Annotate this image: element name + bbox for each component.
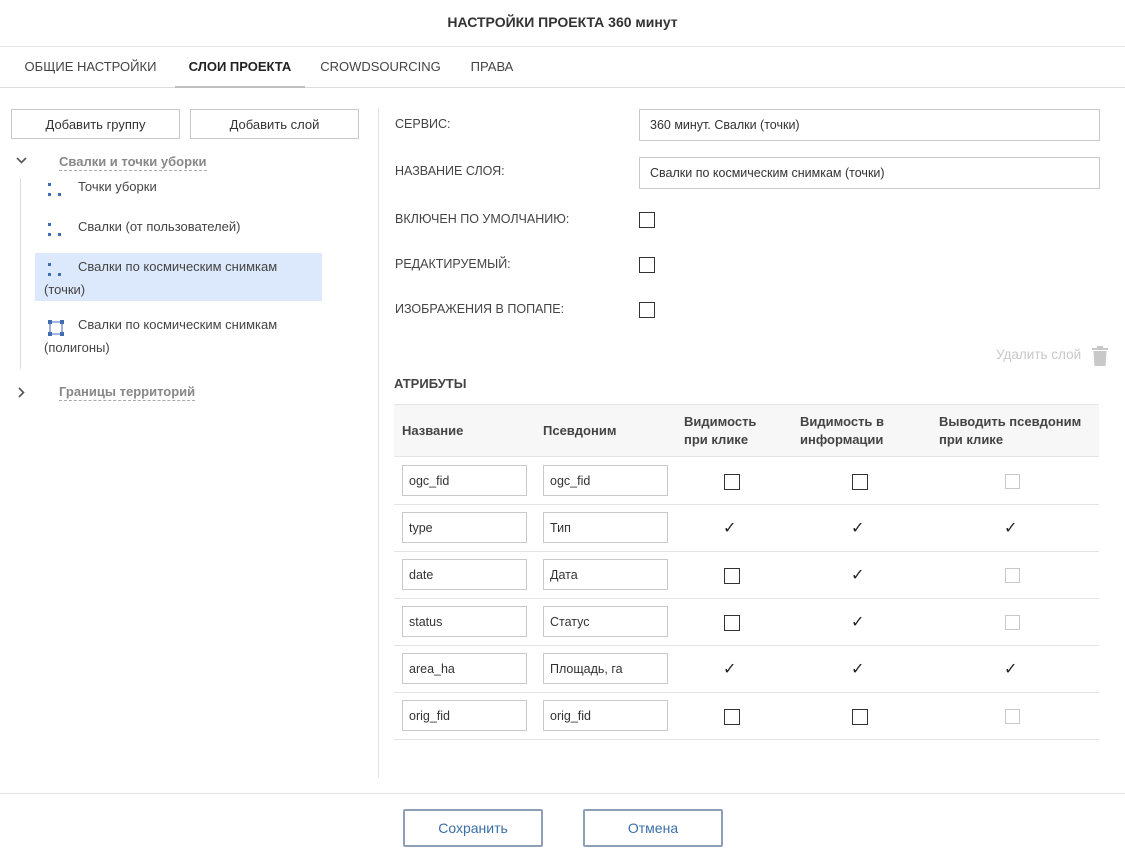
row-divider (394, 598, 1099, 599)
tab-crowdsourcing[interactable]: CROWDSOURCING (313, 47, 448, 88)
layer-name-field[interactable]: Свалки по космическим снимкам (точки) (639, 157, 1100, 189)
row-divider (394, 739, 1099, 740)
layer-label-continued: (полигоны) (44, 340, 110, 355)
footer-divider (0, 793, 1125, 794)
checkbox[interactable] (1005, 568, 1020, 583)
checkmark-icon[interactable]: ✓ (1004, 521, 1017, 537)
editable-label: РЕДАКТИРУЕМЫЙ: (395, 257, 511, 271)
checkmark-icon[interactable]: ✓ (851, 521, 864, 537)
checkbox[interactable] (1005, 474, 1020, 489)
checkmark-icon[interactable]: ✓ (851, 615, 864, 631)
header-line: Выводить псевдоним (939, 414, 1082, 429)
layer-label: Свалки по космическим снимкам (78, 317, 278, 332)
checkbox[interactable] (852, 709, 868, 725)
group-label-dumps[interactable]: Свалки и точки уборки (59, 154, 207, 171)
checkbox[interactable] (852, 474, 868, 490)
header-line: информации (800, 432, 884, 447)
checkbox[interactable] (724, 615, 740, 631)
header-line: при клике (939, 432, 1004, 447)
checkbox[interactable] (1005, 615, 1020, 630)
save-button[interactable]: Сохранить (403, 809, 543, 847)
checkmark-icon[interactable]: ✓ (1004, 662, 1017, 678)
attribute-alias-field[interactable]: Статус (543, 606, 668, 637)
point-layer-icon (48, 263, 64, 279)
chevron-down-icon[interactable] (15, 154, 28, 170)
service-label: СЕРВИС: (395, 117, 451, 131)
group-label-territories[interactable]: Границы территорий (59, 384, 196, 401)
attribute-name-field[interactable]: ogc_fid (402, 465, 527, 496)
service-field[interactable]: 360 минут. Свалки (точки) (639, 109, 1100, 141)
default-on-label: ВКЛЮЧЕН ПО УМОЛЧАНИЮ: (395, 212, 570, 226)
attributes-title: АТРИБУТЫ (394, 376, 467, 391)
checkmark-icon[interactable]: ✓ (723, 662, 736, 678)
layer-label: Свалки (от пользователей) (78, 219, 241, 234)
layer-item-user-dumps[interactable]: Свалки (от пользователей) (35, 215, 322, 245)
default-on-checkbox[interactable] (639, 212, 655, 228)
chevron-right-icon[interactable] (15, 386, 28, 402)
pane-divider (378, 108, 379, 778)
column-header-name: Название (402, 423, 464, 438)
add-layer-button[interactable]: Добавить слой (190, 109, 359, 139)
layer-label: Свалки по космическим снимкам (78, 259, 278, 274)
layer-label-continued: (точки) (44, 282, 86, 297)
attribute-name-field[interactable]: area_ha (402, 653, 527, 684)
header-line: Видимость в (800, 414, 885, 429)
trash-icon[interactable] (1092, 346, 1108, 366)
dialog-title: НАСТРОЙКИ ПРОЕКТА 360 минут (0, 0, 1125, 47)
tree-connector (20, 178, 21, 369)
header-line: при клике (684, 432, 749, 447)
popup-images-label: ИЗОБРАЖЕНИЯ В ПОПАПЕ: (395, 302, 565, 316)
attribute-alias-field[interactable]: orig_fid (543, 700, 668, 731)
row-divider (394, 645, 1099, 646)
checkbox[interactable] (724, 709, 740, 725)
column-header-alias: Псевдоним (543, 423, 617, 438)
checkmark-icon[interactable]: ✓ (851, 662, 864, 678)
delete-layer-button[interactable]: Удалить слой (996, 347, 1081, 362)
attribute-name-field[interactable]: type (402, 512, 527, 543)
row-divider (394, 504, 1099, 505)
attribute-name-field[interactable]: status (402, 606, 527, 637)
cancel-button[interactable]: Отмена (583, 809, 723, 847)
point-layer-icon (48, 223, 64, 239)
layer-name-label: НАЗВАНИЕ СЛОЯ: (395, 164, 505, 178)
header-line: Видимость (684, 414, 757, 429)
tab-rights[interactable]: ПРАВА (460, 47, 524, 88)
checkbox[interactable] (1005, 709, 1020, 724)
editable-checkbox[interactable] (639, 257, 655, 273)
attribute-alias-field[interactable]: Дата (543, 559, 668, 590)
checkmark-icon[interactable]: ✓ (723, 521, 736, 537)
add-group-button[interactable]: Добавить группу (11, 109, 180, 139)
popup-images-checkbox[interactable] (639, 302, 655, 318)
point-layer-icon (48, 183, 64, 199)
tab-bar: ОБЩИЕ НАСТРОЙКИ СЛОИ ПРОЕКТА CROWDSOURCI… (0, 47, 1125, 88)
polygon-layer-icon (48, 320, 64, 336)
column-header-info-visibility: Видимость в информации (800, 413, 884, 449)
row-divider (394, 692, 1099, 693)
layer-item-satellite-dumps-points[interactable]: Свалки по космическим снимкам (точки) (35, 253, 322, 301)
column-header-click-visibility: Видимость при клике (684, 413, 756, 449)
attribute-name-field[interactable]: date (402, 559, 527, 590)
checkmark-icon[interactable]: ✓ (851, 568, 864, 584)
tab-general-settings[interactable]: ОБЩИЕ НАСТРОЙКИ (12, 47, 169, 88)
column-header-alias-on-click: Выводить псевдоним при клике (939, 413, 1081, 449)
checkbox[interactable] (724, 568, 740, 584)
attribute-name-field[interactable]: orig_fid (402, 700, 527, 731)
tab-project-layers[interactable]: СЛОИ ПРОЕКТА (175, 47, 305, 88)
attribute-alias-field[interactable]: Площадь, га (543, 653, 668, 684)
checkbox[interactable] (724, 474, 740, 490)
layer-item-cleanup-points[interactable]: Точки уборки (35, 175, 322, 205)
attribute-alias-field[interactable]: Тип (543, 512, 668, 543)
attribute-alias-field[interactable]: ogc_fid (543, 465, 668, 496)
row-divider (394, 551, 1099, 552)
layer-item-satellite-dumps-polygons[interactable]: Свалки по космическим снимкам (полигоны) (35, 313, 322, 361)
